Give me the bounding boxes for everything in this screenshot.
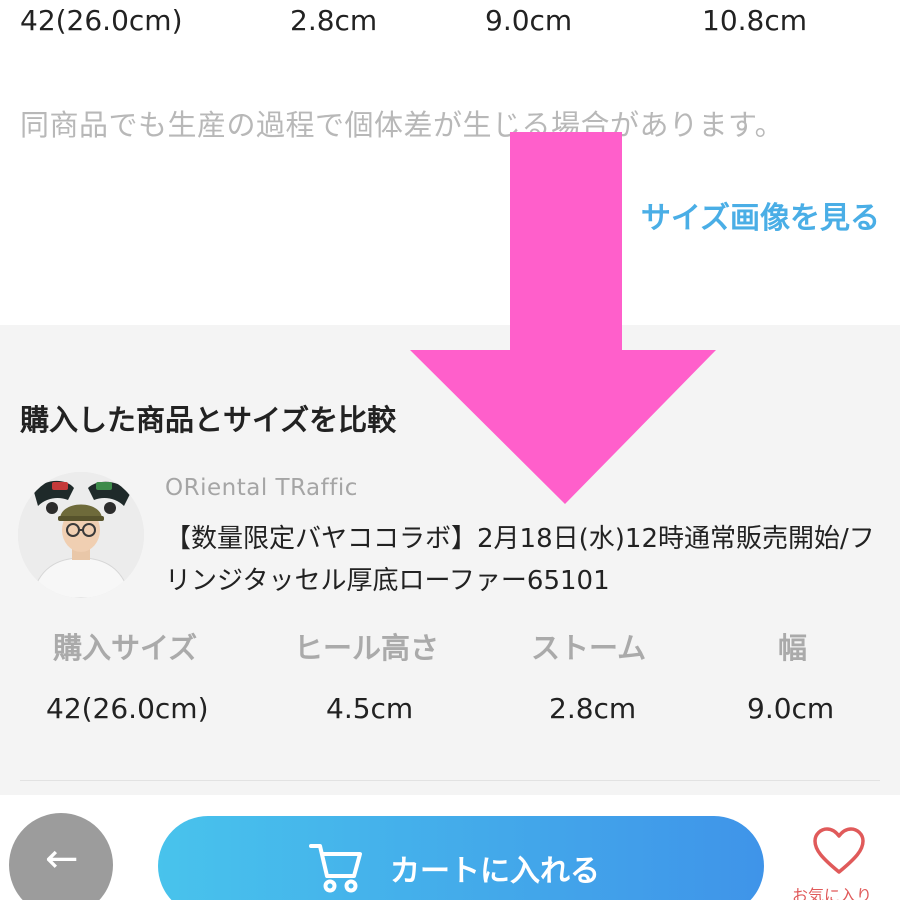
cart-icon: [309, 844, 362, 893]
value-size: 42(26.0cm): [46, 692, 209, 725]
product-thumbnail[interactable]: [18, 472, 144, 598]
brand-name: ORiental TRaffic: [165, 475, 358, 501]
back-button[interactable]: ←: [9, 813, 113, 900]
spec-value-row: 42(26.0cm) 4.5cm 2.8cm 9.0cm: [0, 692, 900, 736]
storm-cell: 2.8cm: [290, 4, 378, 37]
favorite-label: お気に入り: [792, 886, 873, 900]
add-to-cart-button[interactable]: カートに入れる: [158, 816, 764, 900]
variance-notice: 同商品でも生産の過程で個体差が生じる場合があります。: [20, 108, 785, 142]
value-heel-height: 4.5cm: [326, 692, 414, 725]
product-photo: [18, 472, 144, 598]
size-image-link[interactable]: サイズ画像を見る: [641, 193, 880, 237]
bottom-divider: [20, 780, 880, 781]
header-width: 幅: [778, 631, 808, 665]
size-table-row: 42(26.0cm) 2.8cm 9.0cm 10.8cm: [0, 4, 900, 52]
spec-header-row: 購入サイズ ヒール高さ ストーム 幅: [0, 625, 900, 669]
size-cell: 42(26.0cm): [20, 4, 183, 37]
arrow-left-icon: ←: [45, 836, 79, 882]
compare-title: 購入した商品とサイズを比較: [20, 403, 397, 437]
header-storm: ストーム: [531, 631, 647, 665]
favorite-button[interactable]: お気に入り: [792, 822, 900, 900]
size-compare-section: 購入した商品とサイズを比較 ORiental TRaffic 【数量限定バヤココ…: [0, 325, 900, 795]
add-to-cart-label: カートに入れる: [390, 854, 600, 889]
heart-icon: [813, 827, 865, 874]
header-heel-height: ヒール高さ: [294, 631, 440, 665]
value-width: 9.0cm: [747, 692, 835, 725]
width-cell: 9.0cm: [485, 4, 573, 37]
header-size: 購入サイズ: [53, 631, 198, 665]
value-storm: 2.8cm: [549, 692, 637, 725]
product-title[interactable]: 【数量限定バヤココラボ】2月18日(水)12時通常販売開始/フリンジタッセル厚底…: [165, 518, 875, 602]
length-cell: 10.8cm: [702, 4, 808, 37]
